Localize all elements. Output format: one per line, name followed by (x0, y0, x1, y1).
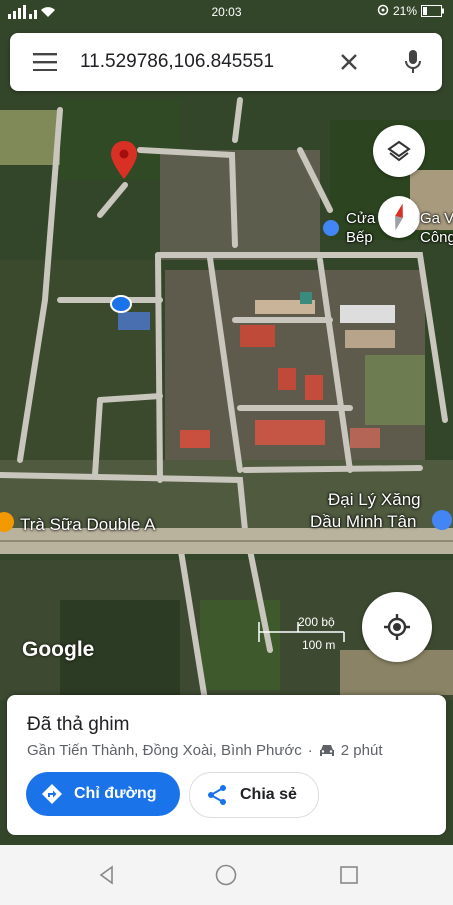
layers-icon (387, 140, 411, 162)
share-label: Chia sẻ (240, 786, 297, 803)
place-sheet[interactable]: Đã thả ghim Gần Tiến Thành, Đồng Xoài, B… (7, 695, 446, 835)
home-button[interactable] (214, 863, 238, 887)
poi-label[interactable]: Ga V (420, 210, 453, 227)
place-title: Đã thả ghim (27, 714, 130, 735)
car-icon (319, 744, 334, 756)
menu-button[interactable] (10, 33, 80, 91)
compass-icon (395, 203, 403, 231)
scale-bar: 200 bộ 100 m (258, 612, 348, 654)
store-label[interactable]: Trà Sữa Double A (20, 515, 156, 535)
dropped-pin-icon[interactable] (110, 141, 138, 181)
home-icon (215, 864, 237, 886)
scale-imperial: 200 bộ (298, 615, 335, 629)
directions-icon (42, 784, 62, 804)
menu-icon (33, 53, 57, 71)
recents-icon (340, 866, 358, 884)
location-status-icon (377, 4, 389, 16)
directions-button[interactable]: Chỉ đường (26, 772, 180, 816)
gas-station-label[interactable]: Đại Lý Xăng (328, 490, 421, 510)
scale-metric: 100 m (302, 638, 336, 652)
search-input[interactable] (80, 51, 310, 73)
google-logo: Google (22, 638, 95, 661)
compass-button[interactable] (378, 196, 420, 238)
recents-button[interactable] (337, 863, 361, 887)
battery-percent: 21% (392, 4, 417, 18)
system-nav-bar (0, 845, 453, 905)
back-icon (99, 865, 113, 885)
poi-label[interactable]: Công (420, 229, 453, 246)
search-bar[interactable] (10, 33, 442, 91)
battery-icon (421, 5, 444, 17)
voice-search-button[interactable] (398, 47, 428, 77)
poi-label[interactable]: Bếp (346, 229, 373, 246)
travel-time: 2 phút (340, 742, 383, 759)
gas-station-label[interactable]: Dầu Minh Tân (310, 512, 416, 532)
my-location-button[interactable] (362, 592, 432, 662)
place-address-row: Gần Tiến Thành, Đồng Xoài, Bình Phước · … (27, 742, 383, 759)
back-button[interactable] (95, 863, 119, 887)
share-icon (208, 785, 226, 805)
place-address: Gần Tiến Thành, Đồng Xoài, Bình Phước (27, 742, 302, 759)
clear-search-button[interactable] (334, 47, 364, 77)
status-bar: 20:03 21% (0, 0, 453, 24)
my-location-icon (384, 614, 410, 640)
mic-icon (405, 50, 421, 73)
close-icon (341, 54, 357, 70)
directions-label: Chỉ đường (74, 785, 157, 802)
layers-button[interactable] (373, 125, 425, 177)
share-button[interactable]: Chia sẻ (189, 772, 319, 818)
poi-label[interactable]: Cửa (346, 210, 375, 227)
